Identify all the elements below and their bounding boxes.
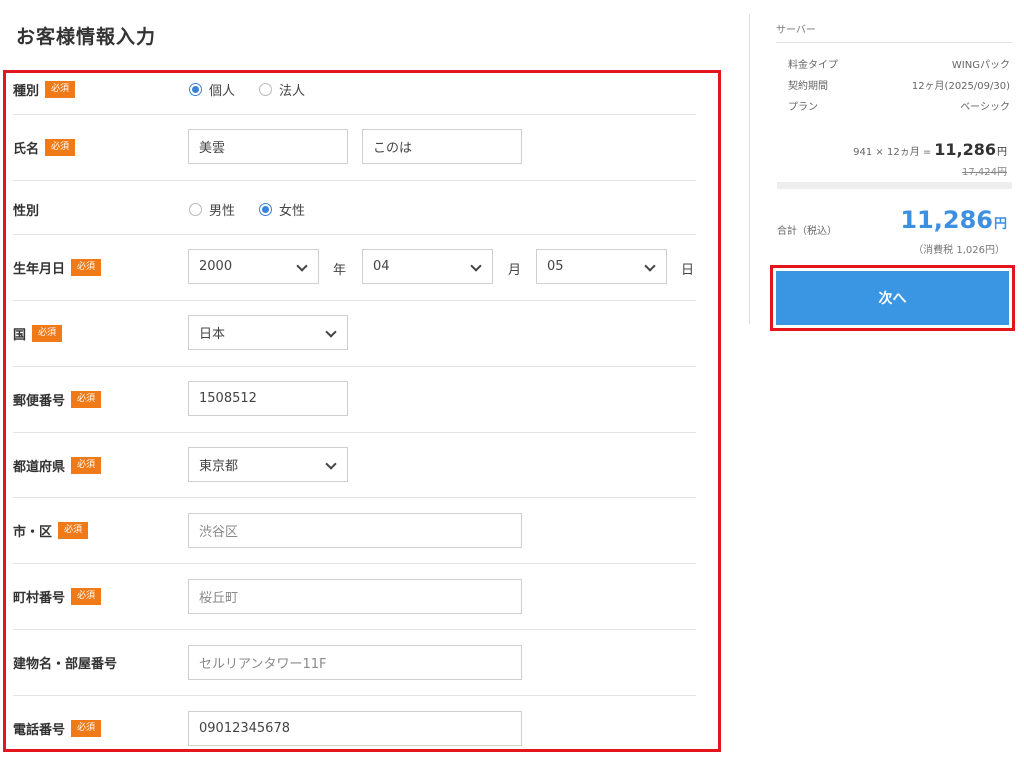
day-unit: 日 (681, 263, 695, 278)
divider (13, 180, 696, 181)
divider (13, 234, 696, 235)
first-name-input[interactable]: このは (362, 129, 522, 164)
required-badge: 必須 (71, 391, 102, 408)
prefecture-select[interactable]: 東京都 (188, 447, 348, 482)
postal-code-input[interactable]: 1508512 (188, 381, 348, 416)
year-unit: 年 (333, 263, 347, 278)
required-badge: 必須 (71, 588, 102, 605)
type-radio-group: 個人 法人 (189, 80, 329, 99)
radio-circle-checked-icon[interactable] (259, 203, 273, 216)
required-badge: 必須 (71, 720, 102, 737)
chevron-down-icon (325, 458, 337, 470)
total-label: 合計（税込） (777, 226, 837, 237)
radio-male[interactable]: 男性 (189, 200, 235, 219)
form-row-type: 種別 必須 個人 法人 (13, 74, 696, 102)
form-row-country: 国 必須 (13, 314, 696, 354)
birthdate-label: 生年月日 必須 (13, 258, 102, 277)
form-row-postal: 郵便番号 必須 (13, 380, 696, 420)
country-label: 国 必須 (13, 324, 63, 343)
postal-label: 郵便番号 必須 (13, 390, 102, 409)
town-label: 町村番号 必須 (13, 587, 102, 606)
summary-bar (777, 182, 1012, 189)
divider (13, 497, 696, 498)
radio-corporate[interactable]: 法人 (259, 80, 305, 99)
summary-row-plan: プラン ベーシック (788, 102, 1010, 113)
tax-note: （消費税 1,026円） (913, 245, 1005, 256)
summary-divider (776, 42, 1012, 43)
required-badge: 必須 (32, 325, 63, 342)
price-calculation: 941 × 12ヵ月 = 11,286 円 (853, 140, 1007, 159)
required-badge: 必須 (45, 81, 76, 98)
last-name-input[interactable]: 美雲 (188, 129, 348, 164)
city-input[interactable]: 渋谷区 (188, 513, 522, 548)
name-label: 氏名 必須 (13, 138, 76, 157)
chevron-down-icon (296, 260, 308, 272)
town-input[interactable]: 桜丘町 (188, 579, 522, 614)
building-input[interactable]: セルリアンタワー11F (188, 645, 522, 680)
next-button[interactable]: 次へ (776, 271, 1009, 325)
divider (13, 432, 696, 433)
type-label: 種別 必須 (13, 80, 76, 99)
required-badge: 必須 (71, 457, 102, 474)
month-unit: 月 (508, 263, 522, 278)
required-badge: 必須 (58, 522, 89, 539)
original-price: 17,424円 (962, 167, 1007, 178)
radio-circle-icon[interactable] (189, 203, 202, 216)
chevron-down-icon (325, 326, 337, 338)
divider (13, 563, 696, 564)
divider (13, 300, 696, 301)
required-badge: 必須 (71, 259, 102, 276)
form-row-prefecture: 都道府県 必須 (13, 446, 696, 486)
birth-month-select[interactable]: 04 (362, 249, 493, 284)
birth-year-select[interactable]: 2000 (188, 249, 319, 284)
divider (13, 114, 696, 115)
radio-circle-icon[interactable] (259, 83, 273, 96)
city-label: 市・区 必須 (13, 521, 89, 540)
form-row-name: 氏名 必須 (13, 128, 696, 168)
summary-title: サーバー (776, 25, 816, 36)
form-row-gender: 性別 男性 女性 (13, 194, 696, 222)
building-label: 建物名・部屋番号 (13, 657, 118, 672)
divider (13, 629, 696, 630)
gender-radio-group: 男性 女性 (189, 200, 329, 219)
page-title: お客様情報入力 (16, 26, 157, 48)
phone-label: 電話番号 必須 (13, 719, 102, 738)
chevron-down-icon (644, 260, 656, 272)
radio-circle-checked-icon[interactable] (189, 83, 202, 96)
divider (13, 366, 696, 367)
required-badge: 必須 (45, 139, 76, 156)
radio-individual[interactable]: 個人 (189, 80, 235, 99)
gender-label: 性別 (13, 204, 40, 219)
birth-day-select[interactable]: 05 (536, 249, 667, 284)
chevron-down-icon (470, 260, 482, 272)
phone-input[interactable]: 09012345678 (188, 711, 522, 746)
radio-female[interactable]: 女性 (259, 200, 305, 219)
prefecture-label: 都道府県 必須 (13, 456, 102, 475)
total-amount: 11,286 円 (900, 206, 1007, 234)
summary-row-contract-period: 契約期間 12ヶ月(2025/09/30) (788, 81, 1010, 92)
country-select[interactable]: 日本 (188, 315, 348, 350)
summary-row-price-type: 料金タイプ WINGパック (788, 60, 1010, 71)
divider (13, 695, 696, 696)
